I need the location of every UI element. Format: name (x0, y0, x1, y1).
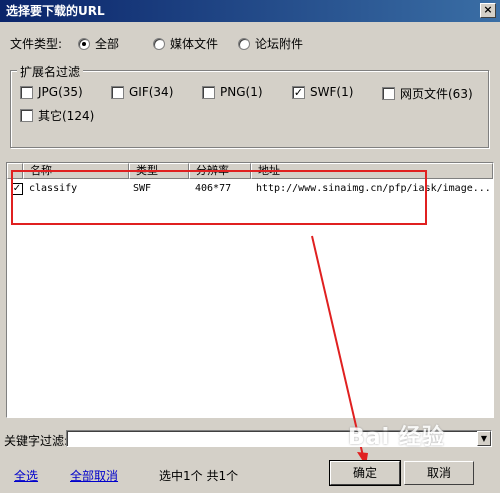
ok-button[interactable]: 确定 (329, 460, 401, 486)
title-bar: 选择要下载的URL × (0, 0, 500, 22)
checkbox-swf-label: SWF(1) (310, 85, 354, 99)
checkbox-icon (382, 87, 395, 100)
checkbox-gif-label: GIF(34) (129, 85, 174, 99)
extension-filter-legend: 扩展名过滤 (17, 63, 84, 80)
selection-status: 选中1个 共1个 (159, 469, 239, 483)
radio-dot-icon (78, 37, 90, 50)
file-type-row: 文件类型: 全部 媒体文件 论坛附件 (10, 35, 490, 51)
radio-dot-icon (238, 37, 250, 50)
red-annotation-box (11, 170, 427, 225)
window-title: 选择要下载的URL (6, 4, 105, 18)
checkbox-webpage[interactable]: 网页文件(63) (382, 85, 473, 102)
dropdown-arrow-icon[interactable]: ▼ (477, 431, 491, 446)
checkmark-icon: ✓ (292, 85, 305, 99)
radio-media-label: 媒体文件 (170, 37, 219, 51)
cancel-button[interactable]: 取消 (404, 461, 474, 485)
checkbox-other[interactable]: 其它(124) (20, 107, 94, 124)
checkbox-gif[interactable]: GIF(34) (111, 85, 173, 99)
select-all-link[interactable]: 全选 (14, 467, 38, 484)
file-type-label: 文件类型: (10, 37, 63, 51)
extension-filter-group: 扩展名过滤 JPG(35) GIF(34) PNG(1) ✓ SWF(1) 网页… (10, 63, 489, 148)
watermark-logo: Bai 经验 (348, 425, 445, 450)
checkbox-webpage-label: 网页文件(63) (400, 87, 473, 101)
checkbox-jpg[interactable]: JPG(35) (20, 85, 83, 99)
checkbox-other-label: 其它(124) (38, 109, 95, 123)
checkbox-png-label: PNG(1) (220, 85, 263, 99)
radio-all[interactable]: 全部 (78, 35, 119, 52)
checkbox-icon (20, 85, 33, 99)
checkbox-swf[interactable]: ✓ SWF(1) (292, 85, 353, 99)
checkbox-icon (202, 85, 215, 99)
checkbox-icon (20, 109, 33, 122)
keyword-filter-label: 关键字过滤: (4, 434, 69, 448)
checkbox-icon (111, 85, 124, 99)
radio-media[interactable]: 媒体文件 (153, 35, 218, 52)
radio-dot-icon (153, 37, 165, 50)
checkbox-jpg-label: JPG(35) (38, 85, 83, 99)
checkbox-png[interactable]: PNG(1) (202, 85, 263, 99)
radio-forum[interactable]: 论坛附件 (238, 35, 303, 52)
deselect-all-link[interactable]: 全部取消 (70, 467, 118, 484)
close-button[interactable]: × (480, 3, 496, 18)
radio-all-label: 全部 (95, 37, 120, 51)
radio-forum-label: 论坛附件 (255, 37, 304, 51)
